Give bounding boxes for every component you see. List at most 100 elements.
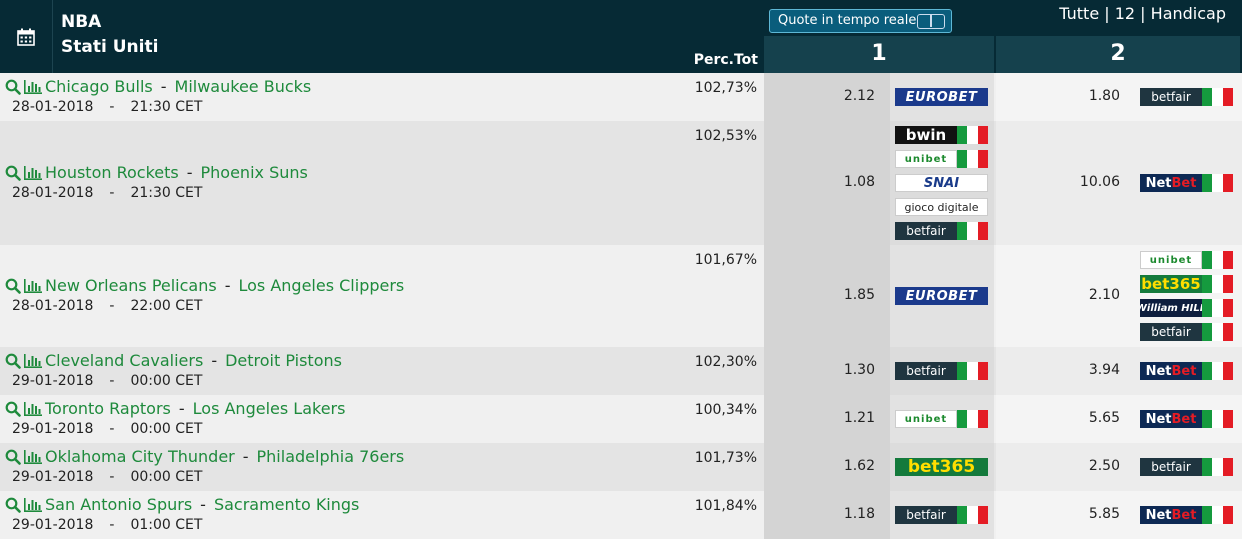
- bookmaker-1-4[interactable]: betfair: [895, 222, 988, 240]
- bookmaker-1-0[interactable]: bwin: [895, 126, 988, 144]
- odd-away[interactable]: 2.50: [1040, 458, 1120, 474]
- realtime-odds-toggle[interactable]: Quote in tempo reale: [769, 9, 952, 33]
- bookmaker-logo: unibet: [895, 410, 957, 428]
- home-team-link[interactable]: Houston Rockets: [45, 163, 179, 182]
- odd-home[interactable]: 1.21: [800, 410, 875, 426]
- home-team-link[interactable]: Cleveland Cavaliers: [45, 351, 203, 370]
- bookmaker-1-0[interactable]: EUROBET: [895, 287, 988, 305]
- bookmaker-1-1[interactable]: unibet: [895, 150, 988, 168]
- search-icon[interactable]: [5, 79, 21, 99]
- match-row: Cleveland Cavaliers - Detroit Pistons 29-01…: [0, 347, 1242, 395]
- away-team-link[interactable]: Detroit Pistons: [225, 351, 342, 370]
- bookmaker-logo: betfair: [1140, 323, 1202, 341]
- odd-home[interactable]: 1.08: [800, 174, 875, 190]
- odd-away[interactable]: 5.65: [1040, 410, 1120, 426]
- bookmaker-1-0[interactable]: betfair: [895, 362, 988, 380]
- odd-home[interactable]: 1.62: [800, 458, 875, 474]
- stats-icon[interactable]: [23, 278, 43, 298]
- italy-flag-icon: [1202, 362, 1233, 380]
- match-datetime: 29-01-2018-00:00 CET: [12, 469, 202, 485]
- bookmaker-1-3[interactable]: gioco digitale: [895, 198, 988, 216]
- odd-home[interactable]: 2.12: [800, 88, 875, 104]
- away-team-link[interactable]: Philadelphia 76ers: [257, 447, 405, 466]
- calendar-icon[interactable]: [0, 0, 53, 73]
- bookmaker-2-0[interactable]: Net Bet: [1140, 410, 1233, 428]
- home-team-link[interactable]: Oklahoma City Thunder: [45, 447, 235, 466]
- payout-percentage: 102,30%: [694, 354, 757, 370]
- bookmaker-logo: betfair: [895, 506, 957, 524]
- market-filters[interactable]: Tutte | 12 | Handicap: [1000, 4, 1226, 23]
- search-icon[interactable]: [5, 353, 21, 373]
- bookmaker-logo: bet365: [895, 458, 988, 476]
- italy-flag-icon: [957, 506, 988, 524]
- home-team-link[interactable]: Toronto Raptors: [45, 399, 171, 418]
- stats-icon[interactable]: [23, 79, 43, 99]
- team-separator: -: [242, 447, 249, 466]
- payout-percentage: 101,67%: [694, 252, 757, 268]
- search-icon[interactable]: [5, 449, 21, 469]
- away-team-link[interactable]: Los Angeles Clippers: [238, 276, 404, 295]
- bookmaker-logo: betfair: [1140, 88, 1202, 106]
- match-teams: Toronto Raptors - Los Angeles Lakers: [5, 399, 345, 421]
- match-date: 29-01-2018: [12, 469, 94, 485]
- odd-away[interactable]: 1.80: [1040, 88, 1120, 104]
- odd-home[interactable]: 1.30: [800, 362, 875, 378]
- bookmaker-2-2[interactable]: William HILL: [1140, 299, 1233, 317]
- team-separator: -: [200, 495, 206, 514]
- bookmaker-logo: betfair: [1140, 458, 1202, 476]
- stats-icon[interactable]: [23, 353, 43, 373]
- bookmaker-2-0[interactable]: Net Bet: [1140, 174, 1233, 192]
- stats-icon[interactable]: [23, 401, 43, 421]
- bookmaker-2-0[interactable]: betfair: [1140, 458, 1233, 476]
- search-icon[interactable]: [5, 278, 21, 298]
- bookmaker-1-0[interactable]: EUROBET: [895, 88, 988, 106]
- match-row: Oklahoma City Thunder - Philadelphia 76ers…: [0, 443, 1242, 491]
- bookmaker-2-1[interactable]: bet365: [1140, 275, 1233, 293]
- italy-flag-icon: [1202, 275, 1233, 293]
- home-team-link[interactable]: Chicago Bulls: [45, 77, 153, 96]
- odd-away[interactable]: 5.85: [1040, 506, 1120, 522]
- odd-away[interactable]: 2.10: [1040, 287, 1120, 303]
- bookmaker-1-0[interactable]: unibet: [895, 410, 988, 428]
- away-team-link[interactable]: Milwaukee Bucks: [175, 77, 312, 96]
- match-row: Chicago Bulls - Milwaukee Bucks 28-01-2018-…: [0, 73, 1242, 121]
- match-row: Houston Rockets - Phoenix Suns 28-01-2018-2…: [0, 121, 1242, 245]
- bookmaker-logo: gioco digitale: [895, 198, 988, 216]
- away-team-link[interactable]: Phoenix Suns: [201, 163, 308, 182]
- bookmaker-1-2[interactable]: SNAI: [895, 174, 988, 192]
- search-icon[interactable]: [5, 497, 21, 517]
- datetime-separator: -: [109, 373, 115, 389]
- bookmaker-2-0[interactable]: Net Bet: [1140, 506, 1233, 524]
- bookmaker-1-0[interactable]: betfair: [895, 506, 988, 524]
- match-time: 00:00 CET: [130, 421, 203, 437]
- odd-away[interactable]: 10.06: [1040, 174, 1120, 190]
- bookmaker-2-0[interactable]: unibet: [1140, 251, 1233, 269]
- datetime-separator: -: [109, 185, 115, 201]
- bookmaker-1-0[interactable]: bet365: [895, 458, 988, 476]
- bookmaker-2-3[interactable]: betfair: [1140, 323, 1233, 341]
- bookmaker-2-0[interactable]: Net Bet: [1140, 362, 1233, 380]
- payout-percentage: 101,84%: [694, 498, 757, 514]
- match-teams: San Antonio Spurs - Sacramento Kings: [5, 495, 359, 517]
- away-team-link[interactable]: Sacramento Kings: [214, 495, 359, 514]
- home-team-link[interactable]: New Orleans Pelicans: [45, 276, 217, 295]
- away-team-link[interactable]: Los Angeles Lakers: [193, 399, 346, 418]
- odd-home[interactable]: 1.18: [800, 506, 875, 522]
- team-separator: -: [224, 276, 231, 295]
- search-icon[interactable]: [5, 401, 21, 421]
- odd-away[interactable]: 3.94: [1040, 362, 1120, 378]
- odd-home[interactable]: 1.85: [800, 287, 875, 303]
- datetime-separator: -: [109, 469, 115, 485]
- match-row: San Antonio Spurs - Sacramento Kings 29-01-…: [0, 491, 1242, 539]
- stats-icon[interactable]: [23, 497, 43, 517]
- stats-icon[interactable]: [23, 165, 43, 185]
- italy-flag-icon: [1202, 251, 1233, 269]
- match-time: 00:00 CET: [130, 469, 203, 485]
- bookmaker-logo: Net Bet: [1140, 506, 1202, 524]
- search-icon[interactable]: [5, 165, 21, 185]
- italy-flag-icon: [957, 126, 988, 144]
- stats-icon[interactable]: [23, 449, 43, 469]
- home-team-link[interactable]: San Antonio Spurs: [45, 495, 192, 514]
- italy-flag-icon: [1202, 299, 1233, 317]
- bookmaker-2-0[interactable]: betfair: [1140, 88, 1233, 106]
